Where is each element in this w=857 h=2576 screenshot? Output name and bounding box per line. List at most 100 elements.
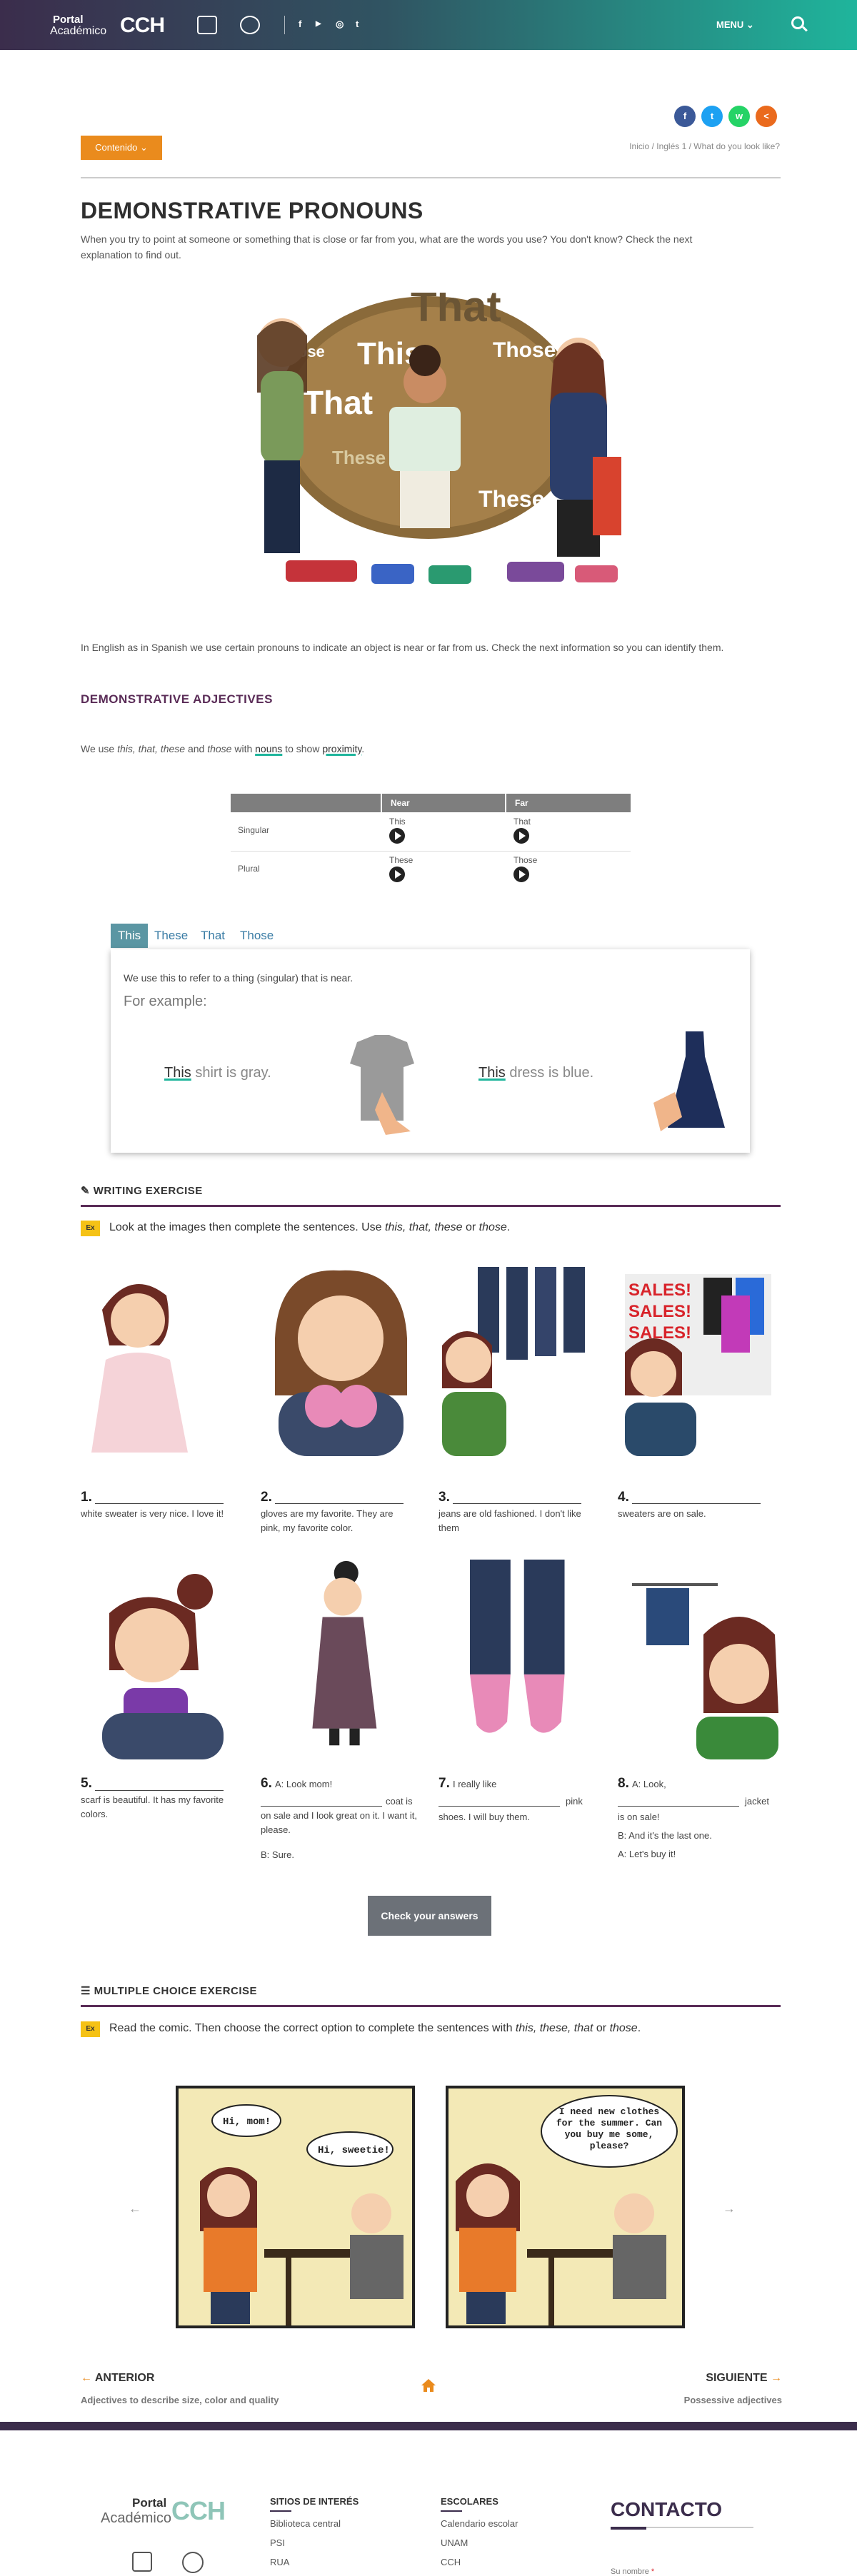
footer-logo-portal[interactable]: Portal [132, 2496, 166, 2510]
answer-blank[interactable] [95, 1790, 224, 1791]
menu-button[interactable]: MENU ⌄ [716, 19, 754, 31]
item-number: 8. [618, 1776, 629, 1791]
instruction-words: this, these, that [515, 2022, 593, 2034]
table-row-label: Singular [238, 825, 270, 835]
footer-logo-academico[interactable]: Académico [101, 2510, 171, 2527]
logo-portal[interactable]: Portal [53, 14, 84, 25]
footer-heading-rule [270, 2510, 291, 2512]
footer-link[interactable]: UNAM [441, 2537, 468, 2548]
adjectives-text: and [185, 743, 208, 754]
name-field-label-text: Su nombre [611, 2567, 649, 2576]
next-link[interactable]: SIGUIENTE → [703, 2372, 782, 2385]
table-cell-far: Those [513, 855, 538, 865]
footer-heading: SITIOS DE INTERÉS [270, 2496, 359, 2507]
play-audio-icon[interactable] [389, 867, 405, 882]
item-text: scarf is beautiful. It has my favorite c… [81, 1794, 224, 1819]
check-answers-button[interactable]: Check your answers [368, 1896, 491, 1936]
hero-word: These [478, 486, 544, 512]
arrow-right-icon: → [767, 2372, 782, 2384]
logo-academico[interactable]: Académico [50, 26, 106, 37]
unam-seal-icon[interactable] [132, 2552, 152, 2572]
pencil-icon: ✎ [81, 1185, 94, 1197]
unam-seal-icon[interactable] [197, 16, 217, 34]
for-example-label: For example: [124, 994, 207, 1009]
footer-logo-cch[interactable]: CCH [171, 2496, 226, 2526]
twitter-icon[interactable]: t [356, 19, 359, 29]
footer-heading-rule [441, 2510, 462, 2512]
speech-bubble: Hi, sweetie! [318, 2145, 390, 2156]
carousel-next-arrow[interactable]: → [723, 2201, 736, 2216]
cch-seal-icon[interactable] [240, 16, 260, 34]
logo-cch[interactable]: CCH [120, 14, 165, 37]
play-audio-icon[interactable] [513, 828, 529, 844]
tab-panel: We use this to refer to a thing (singula… [111, 949, 750, 1153]
facebook-icon[interactable]: f [299, 19, 301, 29]
breadcrumb[interactable]: Inicio / Inglés 1 / What do you look lik… [557, 141, 780, 151]
answer-blank[interactable] [453, 1503, 581, 1504]
instagram-icon[interactable]: ◎ [336, 19, 344, 30]
youtube-icon[interactable]: ▶ [316, 20, 321, 28]
adjectives-text: to show [282, 743, 323, 754]
item-text: I really like [453, 1779, 497, 1789]
sales-sign: SALES! [628, 1302, 691, 1321]
multiple-choice-heading: ☰ MULTIPLE CHOICE EXERCISE [81, 1984, 257, 1997]
adjectives-text: . [361, 743, 365, 754]
folded-clothes [428, 565, 471, 584]
answer-blank[interactable] [618, 1806, 739, 1807]
multiple-heading-label: MULTIPLE CHOICE EXERCISE [94, 1985, 258, 1997]
previous-label: ANTERIOR [94, 2372, 155, 2384]
play-audio-icon[interactable] [389, 828, 405, 844]
folded-clothes [575, 565, 618, 582]
answer-blank[interactable] [95, 1503, 224, 1504]
item-text: shoes. I will buy them. [438, 1812, 530, 1822]
next-subtitle[interactable]: Possessive adjectives [639, 2395, 782, 2405]
adjectives-paragraph: We use this, that, these and those with … [81, 741, 781, 757]
example-text: dress is blue. [505, 1065, 594, 1081]
item-number: 3. [438, 1490, 450, 1505]
contenido-dropdown[interactable]: Contenido ⌄ [81, 136, 162, 160]
speech-bubble: I need new clothes for the summer. Can y… [556, 2106, 663, 2151]
info-paragraph: In English as in Spanish we use certain … [81, 642, 724, 653]
answer-blank[interactable] [632, 1503, 761, 1504]
previous-subtitle[interactable]: Adjectives to describe size, color and q… [81, 2395, 279, 2405]
tab-these[interactable]: These [147, 924, 195, 948]
facebook-share-icon[interactable]: f [674, 106, 696, 127]
tab-this[interactable]: This [111, 924, 149, 948]
table-row-label: Plural [238, 864, 260, 874]
answer-blank[interactable] [275, 1503, 404, 1504]
comic-panel-1: Hi, mom! Hi, sweetie! [176, 2086, 415, 2328]
share-icon[interactable]: < [756, 106, 777, 127]
adjectives-words: those [207, 743, 232, 754]
table-header-near: Near [382, 794, 505, 812]
home-icon[interactable] [420, 2377, 437, 2394]
play-audio-icon[interactable] [513, 867, 529, 882]
carousel-prev-arrow[interactable]: ← [129, 2201, 141, 2216]
hero-word: That [411, 293, 501, 330]
tab-those[interactable]: Those [233, 924, 281, 948]
contenido-label: Contenido [95, 142, 138, 153]
writing-heading-label: WRITING EXERCISE [93, 1185, 203, 1197]
whatsapp-share-icon[interactable]: w [728, 106, 750, 127]
name-field-label: Su nombre * [611, 2567, 654, 2576]
tab-that[interactable]: That [194, 924, 232, 948]
divider [81, 177, 781, 178]
exercise-image-2 [275, 1270, 407, 1456]
proximity-link[interactable]: proximity [322, 743, 361, 754]
search-icon[interactable] [791, 16, 804, 29]
example-sentence-2: This dress is blue. [478, 1065, 593, 1081]
table-header [231, 794, 381, 812]
footer-link[interactable]: CCH [441, 2557, 461, 2567]
footer-link[interactable]: PSI [270, 2537, 285, 2548]
instruction-words: this, that, these [385, 1221, 463, 1233]
contact-heading: CONTACTO [611, 2498, 723, 2520]
previous-link[interactable]: ← ANTERIOR [81, 2372, 154, 2385]
footer-link[interactable]: Calendario escolar [441, 2518, 518, 2529]
nouns-link[interactable]: nouns [255, 743, 282, 754]
adjectives-text: We use [81, 743, 118, 754]
footer-link[interactable]: Biblioteca central [270, 2518, 341, 2529]
cch-seal-icon[interactable] [182, 2552, 204, 2573]
footer-link[interactable]: RUA [270, 2557, 289, 2567]
item-text: coat is on sale and I look great on it. … [261, 1796, 417, 1835]
twitter-share-icon[interactable]: t [701, 106, 723, 127]
answer-blank[interactable] [438, 1806, 560, 1807]
